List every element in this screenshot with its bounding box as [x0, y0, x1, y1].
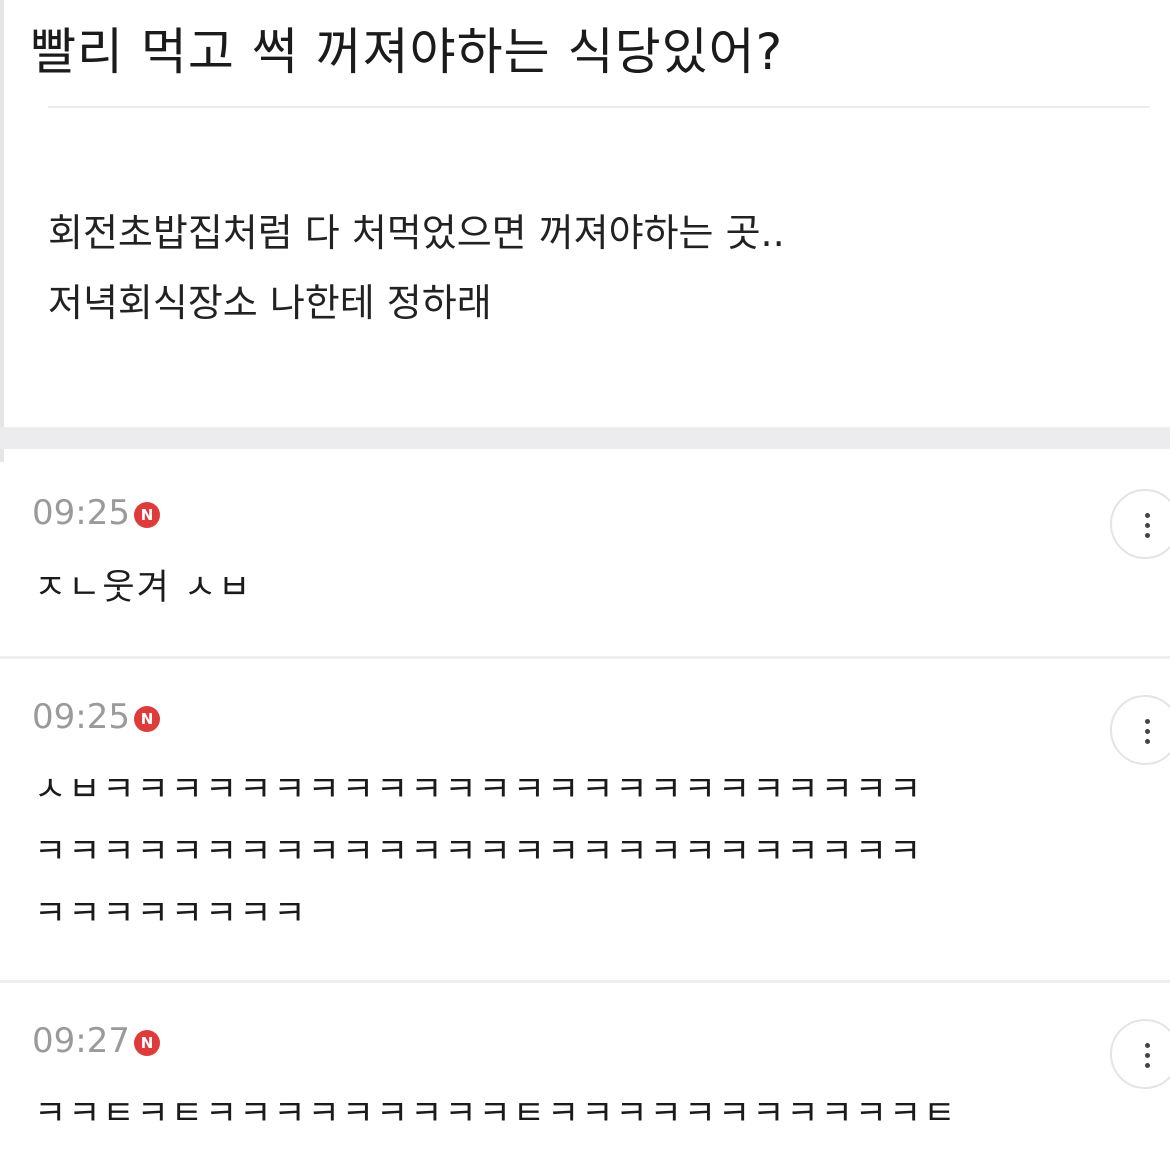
more-options-button[interactable]	[1110, 695, 1170, 765]
comment-timestamp: 09:27	[32, 1021, 130, 1061]
title-divider	[48, 106, 1150, 108]
comment-text: ㅋㅋㅌㅋㅌㅋㅋㅋㅋㅋㅋㅋㅋㅋㅌㅋㅋㅋㅋㅋㅋㅋㅋㅋㅋㅋㅌ	[34, 1094, 958, 1134]
new-badge-icon: N	[133, 706, 160, 732]
comment-text: ㅅㅂㅋㅋㅋㅋㅋㅋㅋㅋㅋㅋㅋㅋㅋㅋㅋㅋㅋㅋㅋㅋㅋㅋㅋㅋ ㅋㅋㅋㅋㅋㅋㅋㅋㅋㅋㅋㅋㅋ…	[34, 770, 924, 934]
post-body-line: 저녁회식장소 나한테 정하래	[48, 281, 492, 325]
new-badge-icon: N	[133, 1030, 160, 1056]
comment-meta: 09:25 N	[32, 493, 160, 533]
comment-item: 09:25 N ㅅㅂㅋㅋㅋㅋㅋㅋㅋㅋㅋㅋㅋㅋㅋㅋㅋㅋㅋㅋㅋㅋㅋㅋㅋㅋ ㅋㅋㅋㅋㅋㅋ…	[0, 659, 1170, 983]
comment-timestamp: 09:25	[32, 697, 130, 737]
post-title: 빨리 먹고 썩 꺼져야하는 식당있어?	[30, 23, 784, 81]
post-body: 회전초밥집처럼 다 처먹었으면 꺼져야하는 곳.. 저녁회식장소 나한테 정하래	[48, 198, 785, 338]
post-body-line: 회전초밥집처럼 다 처먹었으면 꺼져야하는 곳..	[48, 211, 785, 255]
more-options-button[interactable]	[1110, 489, 1170, 559]
comment-item: 09:27 N ㅋㅋㅌㅋㅌㅋㅋㅋㅋㅋㅋㅋㅋㅋㅌㅋㅋㅋㅋㅋㅋㅋㅋㅋㅋㅋㅌ	[0, 983, 1170, 1153]
new-badge-icon: N	[133, 502, 160, 528]
comment-text: ㅈㄴ웃겨 ㅅㅂ	[34, 568, 253, 608]
comment-item: 09:25 N ㅈㄴ웃겨 ㅅㅂ	[0, 449, 1170, 659]
comment-meta: 09:25 N	[32, 697, 160, 737]
comment-timestamp: 09:25	[32, 493, 130, 533]
comment-meta: 09:27 N	[32, 1021, 160, 1061]
post-card: 빨리 먹고 썩 꺼져야하는 식당있어? 회전초밥집처럼 다 처먹었으면 꺼져야하…	[0, 0, 1170, 462]
section-divider	[0, 427, 1170, 449]
more-options-button[interactable]	[1110, 1019, 1170, 1089]
